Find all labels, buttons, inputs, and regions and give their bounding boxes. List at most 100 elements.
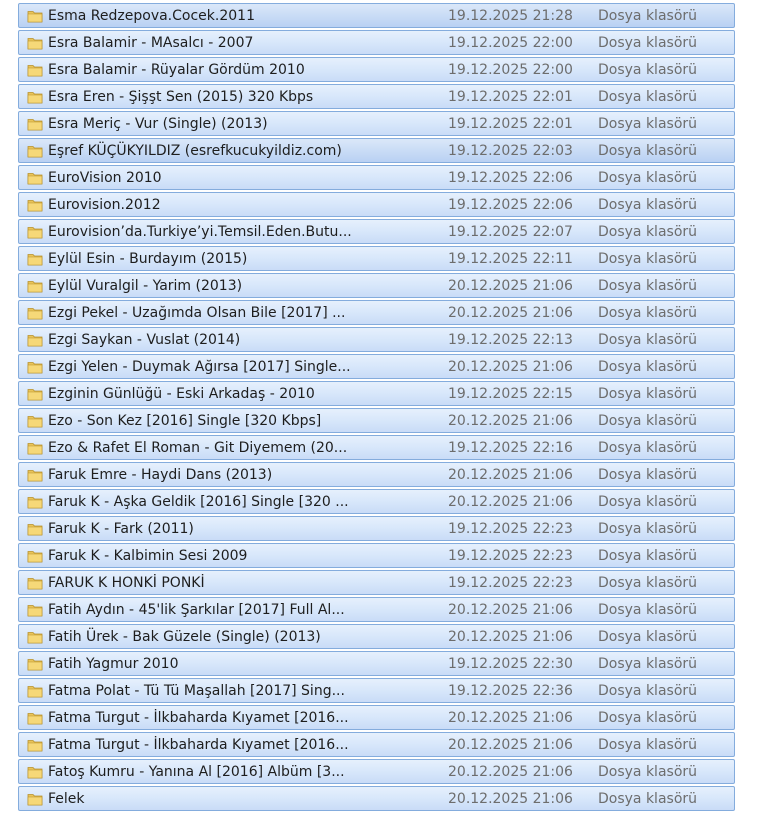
- file-name: Fatma Turgut - İlkbaharda Kıyamet [2016.…: [48, 737, 349, 753]
- file-type: Dosya klasörü: [598, 8, 698, 24]
- folder-icon: [27, 713, 43, 725]
- file-row[interactable]: Eşref KÜÇÜKYILDIZ (esrefkucukyildiz.com)…: [18, 138, 735, 163]
- file-type: Dosya klasörü: [598, 737, 698, 753]
- file-name: Fatih Aydın - 45'lik Şarkılar [2017] Ful…: [48, 602, 345, 618]
- file-row[interactable]: Esma Redzepova.Cocek.2011 19.12.2025 21:…: [18, 3, 735, 28]
- file-type: Dosya klasörü: [598, 386, 698, 402]
- file-date-modified: 19.12.2025 22:23: [448, 548, 573, 564]
- folder-icon: [27, 11, 43, 23]
- file-row[interactable]: FARUK K HONKİ PONKİ 19.12.2025 22:23 Dos…: [18, 570, 735, 595]
- folder-icon: [27, 740, 43, 752]
- folder-icon: [27, 362, 43, 374]
- file-date-modified: 20.12.2025 21:06: [448, 359, 573, 375]
- folder-icon: [27, 416, 43, 428]
- file-type: Dosya klasörü: [598, 548, 698, 564]
- file-name: Ezgi Pekel - Uzağımda Olsan Bile [2017] …: [48, 305, 346, 321]
- file-type: Dosya klasörü: [598, 629, 698, 645]
- file-row[interactable]: Faruk K - Fark (2011) 19.12.2025 22:23 D…: [18, 516, 735, 541]
- file-type: Dosya klasörü: [598, 332, 698, 348]
- file-date-modified: 19.12.2025 22:16: [448, 440, 573, 456]
- file-name: Esra Meriç - Vur (Single) (2013): [48, 116, 268, 132]
- file-row[interactable]: Faruk K - Kalbimin Sesi 2009 19.12.2025 …: [18, 543, 735, 568]
- folder-icon: [27, 551, 43, 563]
- file-name: Fatih Yagmur 2010: [48, 656, 179, 672]
- file-date-modified: 20.12.2025 21:06: [448, 278, 573, 294]
- file-date-modified: 19.12.2025 22:13: [448, 332, 573, 348]
- file-type: Dosya klasörü: [598, 467, 698, 483]
- folder-icon: [27, 227, 43, 239]
- file-type: Dosya klasörü: [598, 278, 698, 294]
- file-row[interactable]: Felek 20.12.2025 21:06 Dosya klasörü: [18, 786, 735, 811]
- folder-icon: [27, 497, 43, 509]
- file-type: Dosya klasörü: [598, 62, 698, 78]
- file-row[interactable]: Esra Eren - Şişşt Sen (2015) 320 Kbps 19…: [18, 84, 735, 109]
- file-row[interactable]: Faruk K - Aşka Geldik [2016] Single [320…: [18, 489, 735, 514]
- file-name: Eşref KÜÇÜKYILDIZ (esrefkucukyildiz.com): [48, 143, 342, 159]
- file-row[interactable]: Ezo & Rafet El Roman - Git Diyemem (20..…: [18, 435, 735, 460]
- file-type: Dosya klasörü: [598, 413, 698, 429]
- file-row[interactable]: Ezgi Saykan - Vuslat (2014) 19.12.2025 2…: [18, 327, 735, 352]
- file-date-modified: 19.12.2025 22:06: [448, 197, 573, 213]
- file-row[interactable]: Fatma Turgut - İlkbaharda Kıyamet [2016.…: [18, 705, 735, 730]
- folder-icon: [27, 65, 43, 77]
- file-row[interactable]: Esra Balamir - MAsalcı - 2007 19.12.2025…: [18, 30, 735, 55]
- file-row[interactable]: Fatih Ürek - Bak Güzele (Single) (2013) …: [18, 624, 735, 649]
- file-date-modified: 19.12.2025 22:00: [448, 35, 573, 51]
- file-row[interactable]: Ezo - Son Kez [2016] Single [320 Kbps] 2…: [18, 408, 735, 433]
- file-row[interactable]: Ezgi Yelen - Duymak Ağırsa [2017] Single…: [18, 354, 735, 379]
- folder-icon: [27, 794, 43, 806]
- file-row[interactable]: Eylül Vuralgil - Yarim (2013) 20.12.2025…: [18, 273, 735, 298]
- file-name: Fatih Ürek - Bak Güzele (Single) (2013): [48, 629, 321, 645]
- file-type: Dosya klasörü: [598, 791, 698, 807]
- file-row[interactable]: Ezginin Günlüğü - Eski Arkadaş - 2010 19…: [18, 381, 735, 406]
- file-name: Esra Eren - Şişşt Sen (2015) 320 Kbps: [48, 89, 314, 105]
- file-row[interactable]: Eurovision.2012 19.12.2025 22:06 Dosya k…: [18, 192, 735, 217]
- file-date-modified: 19.12.2025 22:00: [448, 62, 573, 78]
- file-date-modified: 19.12.2025 22:23: [448, 575, 573, 591]
- file-type: Dosya klasörü: [598, 143, 698, 159]
- file-name: Ezo - Son Kez [2016] Single [320 Kbps]: [48, 413, 322, 429]
- file-date-modified: 19.12.2025 22:11: [448, 251, 573, 267]
- file-row[interactable]: Fatma Turgut - İlkbaharda Kıyamet [2016.…: [18, 732, 735, 757]
- file-row[interactable]: Esra Meriç - Vur (Single) (2013) 19.12.2…: [18, 111, 735, 136]
- file-name: Ezgi Yelen - Duymak Ağırsa [2017] Single…: [48, 359, 351, 375]
- file-type: Dosya klasörü: [598, 710, 698, 726]
- folder-icon: [27, 389, 43, 401]
- file-name: Ezgi Saykan - Vuslat (2014): [48, 332, 241, 348]
- file-name: Eurovision’da.Turkiye’yi.Temsil.Eden.But…: [48, 224, 352, 240]
- file-name: FARUK K HONKİ PONKİ: [48, 575, 205, 591]
- file-type: Dosya klasörü: [598, 521, 698, 537]
- file-type: Dosya klasörü: [598, 224, 698, 240]
- file-row[interactable]: Faruk Emre - Haydi Dans (2013) 20.12.202…: [18, 462, 735, 487]
- folder-icon: [27, 92, 43, 104]
- file-date-modified: 19.12.2025 22:30: [448, 656, 573, 672]
- file-date-modified: 19.12.2025 22:07: [448, 224, 573, 240]
- file-row[interactable]: Fatih Aydın - 45'lik Şarkılar [2017] Ful…: [18, 597, 735, 622]
- file-name: Felek: [48, 791, 85, 807]
- file-row[interactable]: Fatih Yagmur 2010 19.12.2025 22:30 Dosya…: [18, 651, 735, 676]
- file-type: Dosya klasörü: [598, 170, 698, 186]
- file-date-modified: 20.12.2025 21:06: [448, 305, 573, 321]
- file-name: Eurovision.2012: [48, 197, 161, 213]
- folder-icon: [27, 254, 43, 266]
- file-row[interactable]: EuroVision 2010 19.12.2025 22:06 Dosya k…: [18, 165, 735, 190]
- file-row[interactable]: Fatma Polat - Tü Tü Maşallah [2017] Sing…: [18, 678, 735, 703]
- folder-icon: [27, 524, 43, 536]
- file-type: Dosya klasörü: [598, 89, 698, 105]
- file-name: Esma Redzepova.Cocek.2011: [48, 8, 255, 24]
- folder-icon: [27, 632, 43, 644]
- file-date-modified: 19.12.2025 22:01: [448, 116, 573, 132]
- file-row[interactable]: Eylül Esin - Burdayım (2015) 19.12.2025 …: [18, 246, 735, 271]
- file-name: Esra Balamir - MAsalcı - 2007: [48, 35, 254, 51]
- file-row[interactable]: Eurovision’da.Turkiye’yi.Temsil.Eden.But…: [18, 219, 735, 244]
- file-row[interactable]: Fatoş Kumru - Yanına Al [2016] Albüm [3.…: [18, 759, 735, 784]
- file-date-modified: 20.12.2025 21:06: [448, 602, 573, 618]
- file-name: Eylül Vuralgil - Yarim (2013): [48, 278, 243, 294]
- file-row[interactable]: Esra Balamir - Rüyalar Gördüm 2010 19.12…: [18, 57, 735, 82]
- file-name: Fatoş Kumru - Yanına Al [2016] Albüm [3.…: [48, 764, 345, 780]
- file-type: Dosya klasörü: [598, 494, 698, 510]
- file-name: Faruk Emre - Haydi Dans (2013): [48, 467, 273, 483]
- file-date-modified: 20.12.2025 21:06: [448, 629, 573, 645]
- file-row[interactable]: Ezgi Pekel - Uzağımda Olsan Bile [2017] …: [18, 300, 735, 325]
- file-date-modified: 19.12.2025 22:23: [448, 521, 573, 537]
